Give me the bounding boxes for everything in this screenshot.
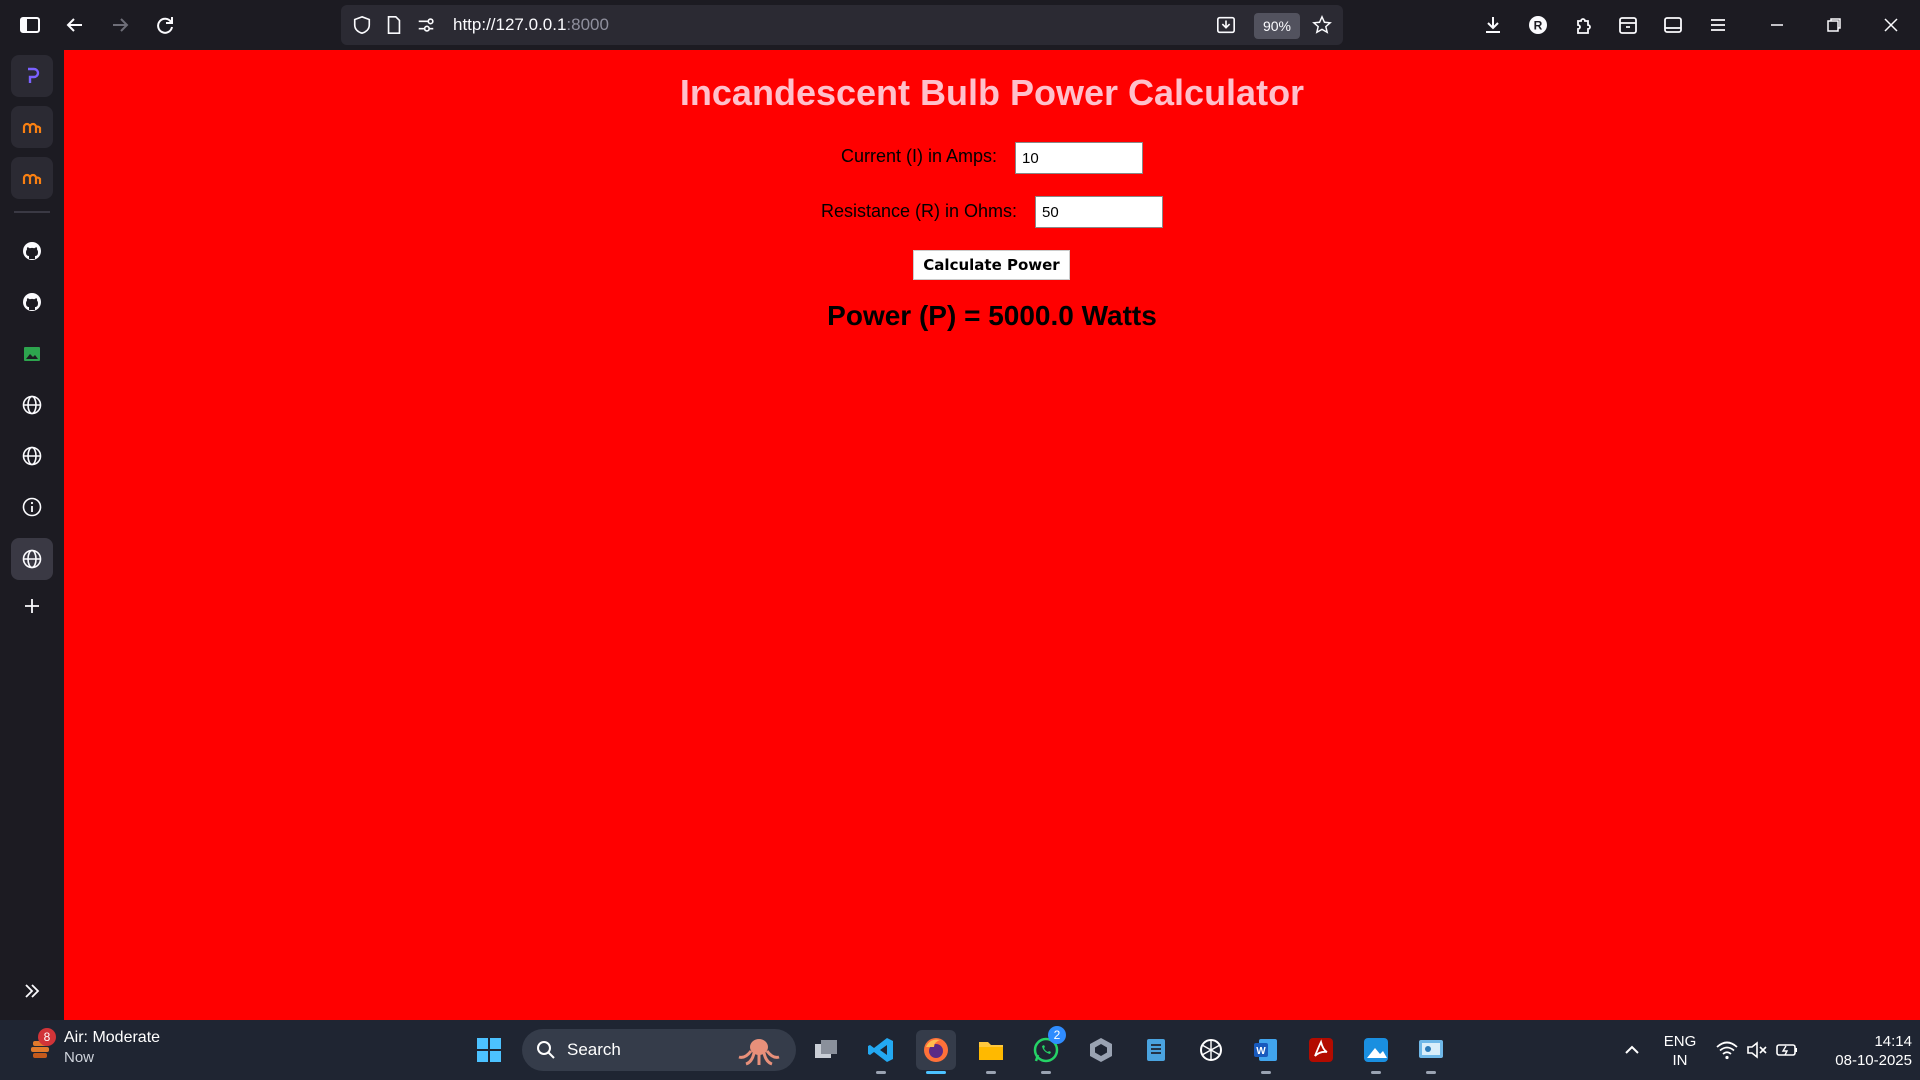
container-icon[interactable]	[1611, 8, 1645, 42]
globe-icon[interactable]	[11, 384, 53, 426]
browser-sidebar	[0, 50, 64, 1020]
info-icon[interactable]	[11, 486, 53, 528]
current-label: Current (I) in Amps:	[841, 146, 998, 166]
url-text[interactable]: http://127.0.0.1:8000	[453, 15, 609, 35]
chatgpt-icon[interactable]	[1191, 1030, 1231, 1070]
windows-start-icon[interactable]	[469, 1030, 509, 1070]
svg-text:R: R	[1534, 19, 1543, 33]
acrobat-icon[interactable]	[1301, 1030, 1341, 1070]
firefox-icon[interactable]	[916, 1030, 956, 1074]
url-host: http://127.0.0.1	[453, 15, 567, 34]
photos-icon[interactable]	[1356, 1030, 1396, 1074]
running-indicator	[1041, 1071, 1051, 1074]
page-icon[interactable]	[383, 14, 405, 36]
forward-icon[interactable]	[103, 8, 137, 42]
task-view-icon[interactable]	[806, 1030, 846, 1070]
globe-icon[interactable]	[11, 435, 53, 477]
moodle-icon[interactable]	[11, 157, 53, 199]
clock-date: 08-10-2025	[1835, 1052, 1912, 1069]
calculate-power-button[interactable]: Calculate Power	[913, 250, 1070, 280]
file-explorer-icon[interactable]	[971, 1030, 1011, 1074]
weather-badge: 8	[38, 1028, 56, 1046]
clock-time: 14:14	[1874, 1033, 1912, 1050]
language-indicator[interactable]: ENG IN	[1660, 1032, 1700, 1070]
url-port: :8000	[566, 15, 609, 34]
expand-sidebar-icon[interactable]	[11, 970, 53, 1012]
svg-text:W: W	[1256, 1046, 1266, 1057]
bookmark-star-icon[interactable]	[1311, 14, 1333, 36]
taskbar: 8 Air: Moderate Now Search 2 W ENG IN 14…	[0, 1020, 1920, 1080]
plus-icon[interactable]	[11, 585, 53, 627]
language-bottom: IN	[1672, 1052, 1688, 1069]
running-indicator	[1426, 1071, 1436, 1074]
perplexity-icon[interactable]	[11, 55, 53, 97]
reload-icon[interactable]	[148, 8, 182, 42]
weather-sub: Now	[64, 1049, 95, 1066]
taskbar-search[interactable]: Search	[522, 1029, 796, 1071]
zoom-level[interactable]: 90%	[1254, 13, 1300, 39]
running-indicator	[876, 1071, 886, 1074]
downloads-icon[interactable]	[1476, 8, 1510, 42]
notepad-icon[interactable]	[1136, 1030, 1176, 1070]
language-top: ENG	[1663, 1033, 1697, 1050]
volume-muted-icon[interactable]	[1745, 1039, 1769, 1061]
permissions-icon[interactable]	[415, 14, 437, 36]
account-icon[interactable]: R	[1521, 8, 1555, 42]
clock[interactable]: 14:14 08-10-2025	[1812, 1032, 1912, 1070]
github-icon[interactable]	[11, 281, 53, 323]
running-indicator	[1371, 1071, 1381, 1074]
restore-icon[interactable]	[1817, 8, 1851, 42]
back-icon[interactable]	[58, 8, 92, 42]
page-title: Incandescent Bulb Power Calculator	[679, 72, 1305, 113]
reader-view-icon[interactable]	[1656, 8, 1690, 42]
running-indicator	[926, 1071, 946, 1074]
control-panel-icon[interactable]	[1411, 1030, 1451, 1074]
minimize-icon[interactable]	[1760, 8, 1794, 42]
image-icon[interactable]	[11, 333, 53, 375]
power-result: Power (P) = 5000.0 Watts	[827, 300, 1157, 331]
octopus-icon	[738, 1039, 780, 1066]
running-indicator	[986, 1071, 996, 1074]
whatsapp-badge: 2	[1048, 1026, 1066, 1044]
menu-icon[interactable]	[1701, 8, 1735, 42]
whatsapp-icon[interactable]: 2	[1026, 1026, 1066, 1074]
browser-toolbar: http://127.0.0.1:8000 90% R	[0, 0, 1920, 50]
running-indicator	[1261, 1071, 1271, 1074]
page-content: Incandescent Bulb Power Calculator Curre…	[64, 50, 1920, 1020]
weather-widget[interactable]: Air: Moderate Now	[64, 1028, 160, 1068]
weather-icon[interactable]: 8	[20, 1028, 60, 1070]
word-icon[interactable]: W	[1246, 1030, 1286, 1074]
moodle-icon[interactable]	[11, 106, 53, 148]
wifi-icon[interactable]	[1715, 1039, 1739, 1061]
resistance-label: Resistance (R) in Ohms:	[821, 201, 1018, 221]
shield-icon[interactable]	[351, 14, 373, 36]
search-icon	[537, 1041, 555, 1059]
sidebar-divider	[14, 211, 50, 213]
github-icon[interactable]	[11, 230, 53, 272]
search-label: Search	[567, 1040, 621, 1059]
current-input[interactable]	[1015, 142, 1143, 174]
url-bar[interactable]: http://127.0.0.1:8000 90%	[341, 5, 1343, 45]
unity-icon[interactable]	[1081, 1030, 1121, 1070]
resistance-input[interactable]	[1035, 196, 1163, 228]
weather-title: Air: Moderate	[64, 1029, 161, 1046]
vscode-icon[interactable]	[861, 1030, 901, 1074]
chevron-up-icon[interactable]	[1612, 1030, 1652, 1070]
close-icon[interactable]	[1874, 8, 1908, 42]
globe-icon[interactable]	[11, 538, 53, 580]
extensions-icon[interactable]	[1566, 8, 1600, 42]
download-page-icon[interactable]	[1215, 14, 1237, 36]
sidebar-toggle-icon[interactable]	[13, 8, 47, 42]
battery-icon[interactable]	[1775, 1039, 1799, 1061]
